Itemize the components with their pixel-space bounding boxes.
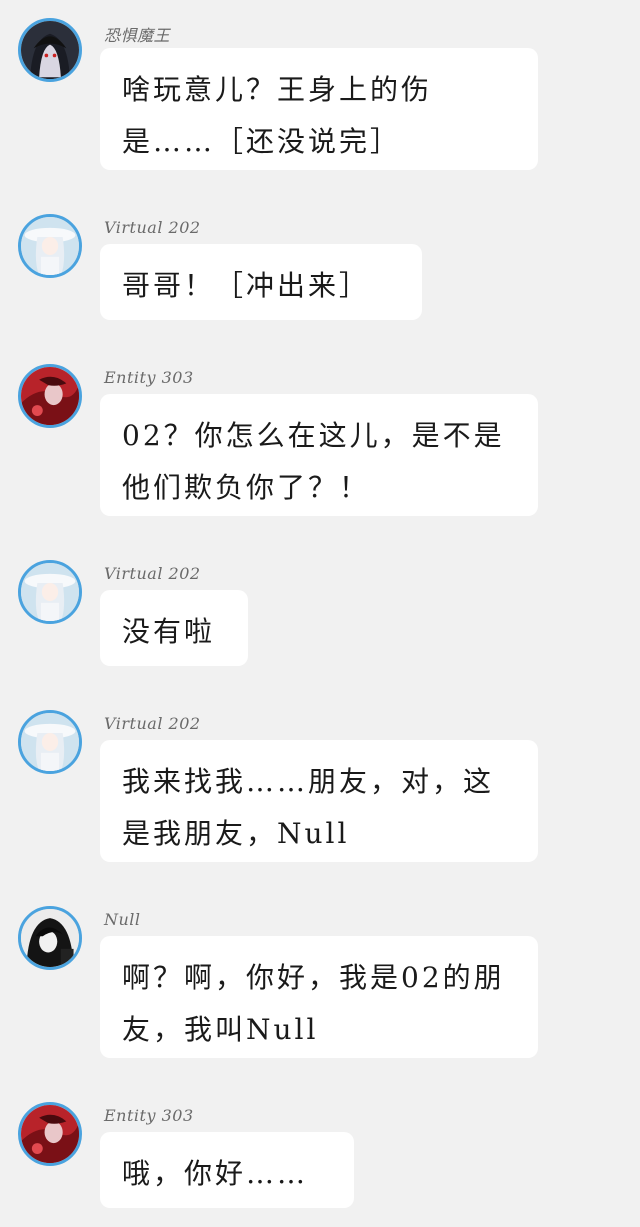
sender-name: Virtual 202: [104, 218, 201, 237]
sender-name: Virtual 202: [104, 564, 201, 583]
white-hat-girl-avatar-icon[interactable]: [18, 710, 82, 774]
message-bubble: 02？你怎么在这儿，是不是他们欺负你了？！: [100, 394, 538, 516]
dark-hooded-avatar-icon[interactable]: [18, 18, 82, 82]
message-bubble: 哦，你好……: [100, 1132, 354, 1208]
sender-name: Entity 303: [104, 368, 194, 387]
red-figure-avatar-icon[interactable]: [18, 364, 82, 428]
message-bubble: 没有啦: [100, 590, 248, 666]
sender-name: 恐惧魔王: [104, 26, 171, 45]
chat-thread: 恐惧魔王 啥玩意儿？王身上的伤是……［还没说完］ Virtual 202 哥哥！…: [0, 0, 640, 1227]
message-bubble: 啥玩意儿？王身上的伤是……［还没说完］: [100, 48, 538, 170]
white-hat-girl-avatar-icon[interactable]: [18, 214, 82, 278]
message-bubble: 啊？啊，你好，我是02的朋友，我叫Null: [100, 936, 538, 1058]
red-figure-avatar-icon[interactable]: [18, 1102, 82, 1166]
message-bubble: 哥哥！［冲出来］: [100, 244, 422, 320]
sender-name: Virtual 202: [104, 714, 201, 733]
black-hair-boy-avatar-icon[interactable]: [18, 906, 82, 970]
sender-name: Entity 303: [104, 1106, 194, 1125]
sender-name: Null: [104, 910, 141, 929]
white-hat-girl-avatar-icon[interactable]: [18, 560, 82, 624]
message-bubble: 我来找我……朋友，对，这是我朋友，Null: [100, 740, 538, 862]
